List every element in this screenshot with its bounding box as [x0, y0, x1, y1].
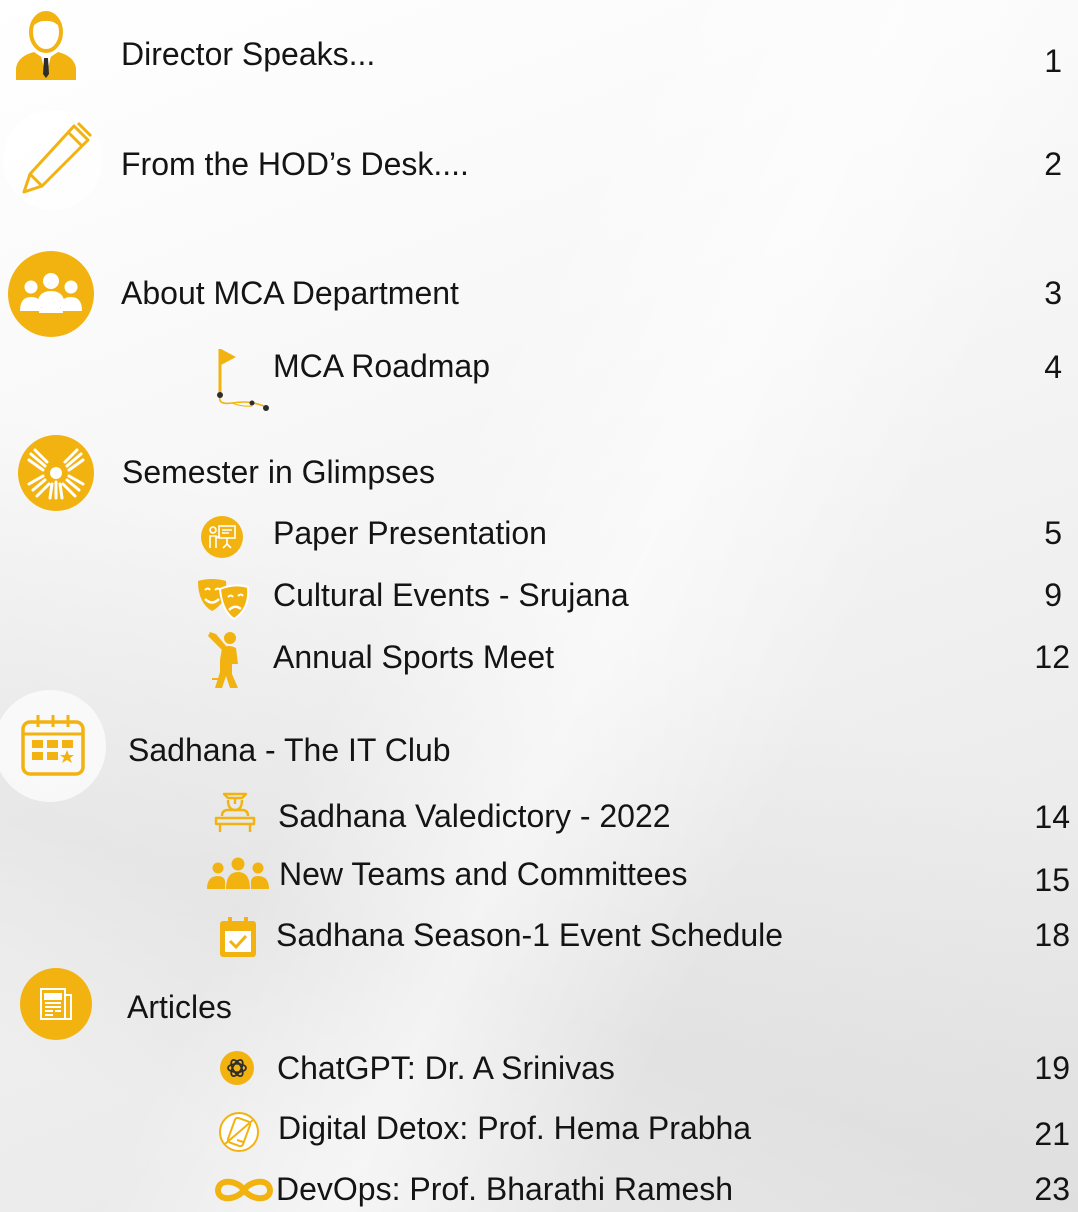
toc-section-title: Semester in Glimpses [122, 454, 435, 490]
toc-title: DevOps: Prof. Bharathi Ramesh [276, 1171, 734, 1207]
toc-title: From the HOD’s Desk.... [121, 146, 469, 182]
no-phone-icon [219, 1112, 259, 1152]
toc-title: Cultural Events - Srujana [273, 577, 629, 613]
toc-title: Sadhana Valedictory - 2022 [278, 798, 671, 834]
toc-page-number: 4 [1044, 349, 1062, 385]
toc-title: New Teams and Committees [279, 856, 688, 892]
toc-page-number: 3 [1044, 275, 1062, 311]
businessman-icon [16, 11, 76, 80]
calendar-check-icon [220, 917, 256, 957]
presentation-icon [201, 516, 243, 558]
toc-title: Annual Sports Meet [273, 639, 555, 675]
toc-page-number: 9 [1044, 577, 1062, 613]
graduate-podium-icon [214, 792, 256, 832]
toc-page-number: 14 [1034, 799, 1070, 835]
pen-icon [22, 121, 93, 194]
toc-page-number: 21 [1034, 1116, 1070, 1152]
newspaper-icon [20, 968, 92, 1040]
toc-section-title: Sadhana - The IT Club [128, 732, 451, 768]
group-icon [8, 251, 94, 337]
toc-section-title: Articles [127, 989, 232, 1025]
cricket-player-icon [208, 632, 238, 688]
toc-page-number: 19 [1034, 1050, 1070, 1086]
toc-page-number: 5 [1044, 515, 1062, 551]
calendar-grid-icon [21, 715, 85, 776]
toc-page-number: 2 [1044, 146, 1062, 182]
toc-page-number: 23 [1034, 1171, 1070, 1207]
toc-page-number: 1 [1044, 43, 1062, 79]
toc-title: MCA Roadmap [273, 348, 490, 384]
toc-title: ChatGPT: Dr. A Srinivas [277, 1050, 615, 1086]
toc-page-number: 18 [1034, 917, 1070, 953]
team-icon [207, 857, 269, 889]
toc-title: Digital Detox: Prof. Hema Prabha [278, 1110, 752, 1146]
toc-page-number: 12 [1034, 639, 1070, 675]
toc-title: Sadhana Season-1 Event Schedule [276, 917, 784, 953]
toc-title: About MCA Department [121, 275, 459, 311]
theatre-masks-icon [198, 579, 250, 621]
hands-together-icon [18, 435, 94, 511]
toc-title: Director Speaks... [121, 36, 376, 72]
infinity-icon [214, 1178, 274, 1202]
roadmap-flag-icon [217, 349, 269, 411]
toc-page-number: 15 [1034, 862, 1070, 898]
toc-title: Paper Presentation [273, 515, 547, 551]
chatgpt-icon [220, 1051, 254, 1085]
